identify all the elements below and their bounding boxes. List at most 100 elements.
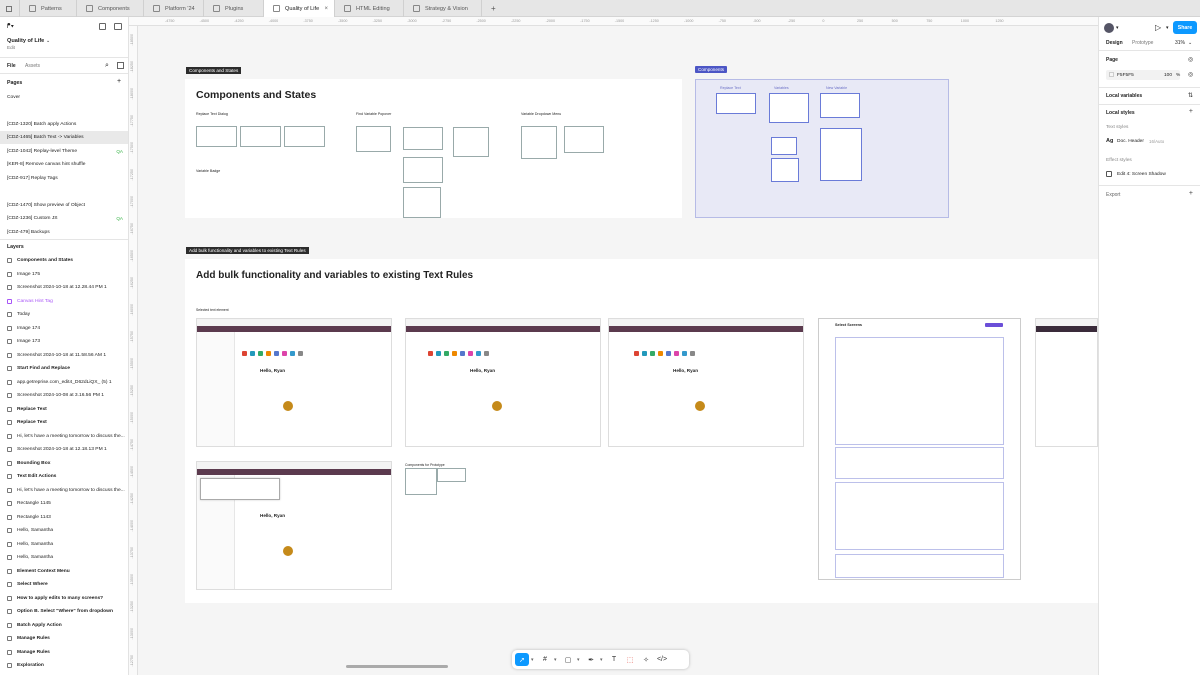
chevron-down-icon[interactable]: ▾ (577, 657, 582, 663)
page-item[interactable]: [CDZ-1320] Batch apply Actions (0, 118, 128, 131)
layer-item[interactable]: Hello, Samantha (0, 551, 128, 564)
page-item[interactable]: [CDZ-1236] Custom JS QA (0, 212, 128, 225)
chevron-down-icon[interactable]: ▾ (554, 657, 559, 663)
horizontal-scrollbar[interactable] (346, 665, 448, 668)
home-tab[interactable] (0, 0, 20, 17)
layer-item[interactable]: Hello, Samantha (0, 538, 128, 551)
layer-item[interactable]: app.getreprise.com_edit4_D62dLiQX_ (5) 1 (0, 376, 128, 389)
eye-icon[interactable]: ◎ (1188, 56, 1193, 63)
layer-item[interactable]: Rectangle 1143 (0, 511, 128, 524)
layer-item[interactable]: How to apply edits to many screens? (0, 592, 128, 605)
page-opacity-value[interactable]: 100 (1164, 73, 1172, 78)
layer-item[interactable]: Today (0, 308, 128, 321)
page-item[interactable]: [CDZ-1465] Batch Text -> Variables (0, 131, 128, 144)
layer-item[interactable]: Select Where (0, 578, 128, 591)
layer-item[interactable]: Batch Apply Action (0, 619, 128, 632)
frame-label-bulk-functionality[interactable]: Add bulk functionality and variables to … (186, 247, 309, 254)
tab-quality-of-life[interactable]: Quality of Life × (264, 0, 335, 17)
layer-item[interactable]: Image 174 (0, 322, 128, 335)
avatar[interactable] (1104, 23, 1114, 33)
add-export-icon[interactable]: + (1189, 190, 1193, 197)
sidebar-panels-icon[interactable] (99, 23, 106, 30)
layer-item[interactable]: Image 173 (0, 335, 128, 348)
book-icon[interactable] (117, 62, 124, 69)
color-swatch[interactable] (1109, 72, 1114, 77)
eye-icon[interactable]: ◎ (1188, 71, 1193, 78)
move-tool-icon[interactable]: ➚ (515, 653, 529, 666)
share-button[interactable]: Share (1173, 21, 1197, 34)
frame-label-components[interactable]: Components (695, 66, 728, 73)
layer-item[interactable]: Screenshot 2024-10-18 at 11.58.56 AM 1 (0, 349, 128, 362)
actions-icon[interactable]: ✧ (639, 653, 653, 666)
layer-item[interactable]: Rectangle 1145 (0, 497, 128, 510)
layer-item[interactable]: Screenshot 2024-10-18 at 12.28.44 PM 1 (0, 281, 128, 294)
chevron-down-icon[interactable]: ▾ (1116, 25, 1119, 31)
layer-item[interactable]: Image 175 (0, 268, 128, 281)
page-color-value[interactable]: F5F5F5 (1117, 73, 1134, 78)
layer-item[interactable]: Components and States (0, 254, 128, 267)
effect-style-item[interactable]: Edit 4: Screen Shadow (1117, 172, 1166, 177)
page-item[interactable]: Cover (0, 91, 128, 104)
layer-item[interactable]: Hello, Samantha (0, 524, 128, 537)
chevron-down-icon[interactable]: ▾ (600, 657, 605, 663)
text-style-item[interactable]: Doc. Header (1117, 139, 1144, 144)
layer-item[interactable]: Canvas Hint Tag (0, 295, 128, 308)
layer-item[interactable]: Hi, let's have a meeting tomorrow to dis… (0, 484, 128, 497)
page-item[interactable]: [CDZ-1470] Show preview of Object (0, 199, 128, 212)
layer-item[interactable]: Text Edit Actions (0, 470, 128, 483)
rectangle-tool-icon[interactable]: ▢ (561, 653, 575, 666)
components-section[interactable]: Replace Text Variables New Variable (695, 79, 949, 218)
tab-strategy-vision[interactable]: Strategy & Vision (404, 0, 482, 17)
text-tool-icon[interactable]: T (607, 653, 621, 666)
layer-item[interactable]: Start Find and Replace (0, 362, 128, 375)
tab-components[interactable]: Components (77, 0, 144, 17)
file-name[interactable]: Quality of Life (7, 38, 44, 44)
tab-patterns[interactable]: Patterns (20, 0, 77, 17)
layer-item[interactable]: Option B. Select "Where" from dropdown (0, 605, 128, 618)
tab-assets[interactable]: Assets (25, 63, 40, 69)
layer-item[interactable]: Screenshot 2024-10-08 at 3.16.56 PM 1 (0, 389, 128, 402)
tab-platform-24[interactable]: Platform '24 (144, 0, 204, 17)
tab-file[interactable]: File (7, 63, 16, 69)
layer-item[interactable]: Manage Rules (0, 646, 128, 659)
resources-icon[interactable]: ⬚ (623, 653, 637, 666)
chevron-down-icon[interactable]: ⌄ (1188, 40, 1192, 46)
toggle-sidebar-icon[interactable] (114, 23, 122, 30)
page-item[interactable]: [KER-8] Remove canvas hint shuffle (0, 158, 128, 171)
local-variables[interactable]: Local variables (1106, 93, 1142, 99)
add-page-icon[interactable]: + (117, 78, 121, 85)
main-menu-icon[interactable]: ᖰ▾ (7, 23, 14, 31)
add-style-icon[interactable]: + (1189, 108, 1193, 115)
pen-tool-icon[interactable]: ✒ (584, 653, 598, 666)
new-tab-button[interactable]: + (482, 0, 500, 17)
tab-prototype[interactable]: Prototype (1132, 40, 1153, 46)
layer-item[interactable]: Element Context Menu (0, 565, 128, 578)
zoom-level[interactable]: 31% (1175, 40, 1185, 46)
layer-item[interactable]: Manage Rules (0, 632, 128, 645)
layer-item[interactable]: Exploration (0, 659, 128, 672)
layer-item[interactable]: Replace Text (0, 416, 128, 429)
tab-design[interactable]: Design (1106, 40, 1123, 46)
page-item[interactable]: [CDZ-917] Replay Tags (0, 172, 128, 185)
frame-components-and-states[interactable]: Components and States Replace Text Dialo… (185, 79, 682, 218)
canvas[interactable]: Components and States Components and Sta… (138, 26, 1098, 675)
layer-item[interactable]: Bounding Box (0, 457, 128, 470)
frame-tool-icon[interactable]: # (538, 653, 552, 666)
search-icon[interactable]: ⌕ (105, 62, 109, 70)
chevron-down-icon[interactable]: ▾ (1166, 25, 1169, 31)
chevron-down-icon[interactable]: ▾ (531, 657, 536, 663)
close-icon[interactable]: × (324, 6, 328, 12)
play-icon[interactable]: ▷ (1155, 23, 1161, 32)
sliders-icon[interactable]: ⇅ (1188, 92, 1193, 99)
frame-bulk-functionality[interactable]: Add bulk functionality and variables to … (185, 259, 1098, 603)
chevron-down-icon[interactable]: ⌄ (46, 38, 50, 44)
dev-mode-icon[interactable]: </> (655, 653, 669, 666)
tab-html-editing[interactable]: HTML Editing (335, 0, 404, 17)
frame-label-components-and-states[interactable]: Components and States (186, 67, 242, 74)
page-item[interactable]: [CDZ-479] Backups (0, 226, 128, 239)
layer-item[interactable]: Screenshot 2024-10-18 at 12.18.13 PM 1 (0, 443, 128, 456)
tab-plugins[interactable]: Plugins (204, 0, 264, 17)
layer-item[interactable]: Hi, let's have a meeting tomorrow to dis… (0, 430, 128, 443)
layer-item[interactable]: Replace Text (0, 403, 128, 416)
page-item[interactable]: [CDZ-1042] Replay-level Theme QA (0, 145, 128, 158)
